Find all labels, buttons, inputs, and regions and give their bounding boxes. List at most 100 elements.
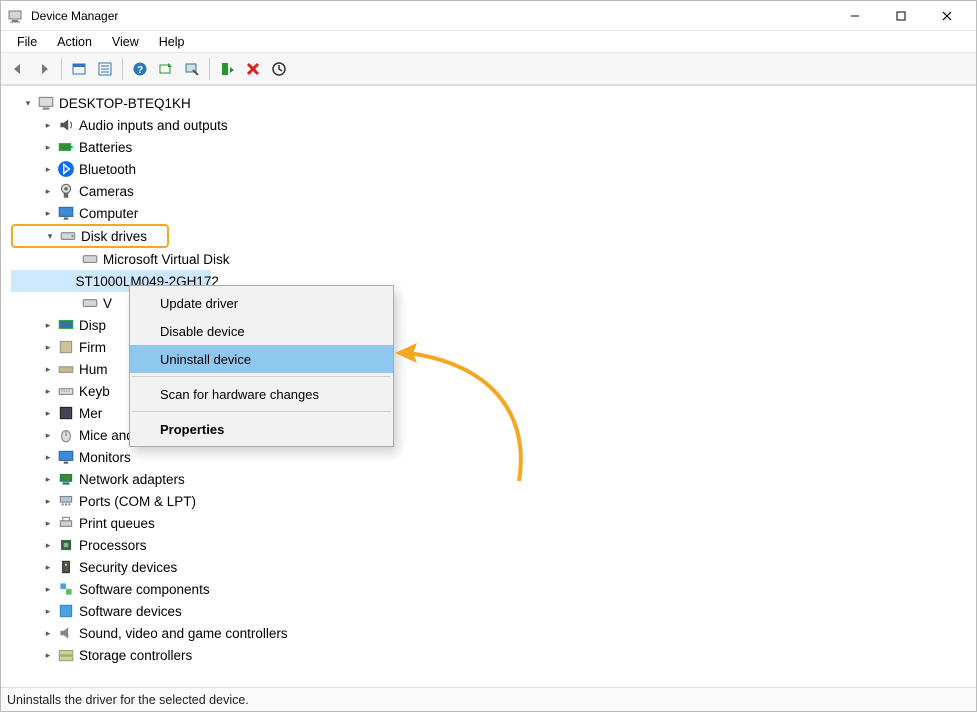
- menu-action[interactable]: Action: [47, 33, 102, 51]
- menu-file[interactable]: File: [7, 33, 47, 51]
- battery-icon: [57, 139, 75, 155]
- storage-controller-icon: [57, 647, 75, 663]
- tree-item-label: Storage controllers: [79, 648, 192, 663]
- tree-item-batteries[interactable]: ▸ Batteries: [11, 136, 976, 158]
- tree-item-label: Cameras: [79, 184, 134, 199]
- software-device-icon: [57, 603, 75, 619]
- forward-button[interactable]: [31, 56, 57, 82]
- tree-item-audio[interactable]: ▸ Audio inputs and outputs: [11, 114, 976, 136]
- scan-button[interactable]: [179, 56, 205, 82]
- expand-icon[interactable]: ▸: [41, 496, 55, 507]
- tree-item-label: Hum: [79, 362, 108, 377]
- tree-item-software-devices[interactable]: ▸ Software devices: [11, 600, 976, 622]
- expand-icon[interactable]: ▸: [41, 628, 55, 639]
- menu-help[interactable]: Help: [149, 33, 195, 51]
- expand-icon[interactable]: ▸: [41, 430, 55, 441]
- display-adapter-icon: [57, 317, 75, 333]
- tree-item-label: Disk drives: [81, 229, 147, 244]
- svg-text:?: ?: [137, 65, 143, 76]
- menubar: File Action View Help: [1, 31, 976, 53]
- tree-item-disk-drives[interactable]: ▾ Disk drives: [11, 224, 169, 248]
- expand-icon[interactable]: ▸: [41, 606, 55, 617]
- tree-item-monitors[interactable]: ▸ Monitors: [11, 446, 976, 468]
- expand-icon[interactable]: ▸: [41, 120, 55, 131]
- tree-item-cameras[interactable]: ▸ Cameras: [11, 180, 976, 202]
- close-button[interactable]: [924, 1, 970, 31]
- tree-item-ports[interactable]: ▸ Ports (COM & LPT): [11, 490, 976, 512]
- add-legacy-button[interactable]: [214, 56, 240, 82]
- refresh-button[interactable]: [266, 56, 292, 82]
- update-driver-button[interactable]: [153, 56, 179, 82]
- expand-icon[interactable]: ▸: [41, 584, 55, 595]
- back-button[interactable]: [5, 56, 31, 82]
- separator: [132, 411, 391, 412]
- context-menu: Update driver Disable device Uninstall d…: [129, 285, 394, 447]
- tree-item-software-components[interactable]: ▸ Software components: [11, 578, 976, 600]
- expand-icon[interactable]: ▸: [41, 208, 55, 219]
- content-area: ▾ DESKTOP-BTEQ1KH ▸ Audio inputs and out…: [1, 85, 976, 687]
- context-uninstall-device[interactable]: Uninstall device: [130, 345, 393, 373]
- keyboard-icon: [57, 383, 75, 399]
- context-update-driver[interactable]: Update driver: [130, 289, 393, 317]
- expand-icon[interactable]: ▸: [41, 540, 55, 551]
- tree-item-label: Print queues: [79, 516, 155, 531]
- monitor-icon: [57, 449, 75, 465]
- tree-item-label: Keyb: [79, 384, 110, 399]
- camera-icon: [57, 183, 75, 199]
- tree-item-sound[interactable]: ▸ Sound, video and game controllers: [11, 622, 976, 644]
- expand-icon[interactable]: ▸: [41, 562, 55, 573]
- expand-icon[interactable]: ▸: [41, 650, 55, 661]
- tree-root[interactable]: ▾ DESKTOP-BTEQ1KH: [11, 92, 976, 114]
- tree-item-label: Computer: [79, 206, 138, 221]
- tree-item-print-queues[interactable]: ▸ Print queues: [11, 512, 976, 534]
- expand-icon[interactable]: ▸: [41, 364, 55, 375]
- printer-icon: [57, 515, 75, 531]
- expand-icon[interactable]: ▸: [41, 474, 55, 485]
- expand-icon[interactable]: ▸: [41, 186, 55, 197]
- show-hidden-button[interactable]: [66, 56, 92, 82]
- help-button[interactable]: ?: [127, 56, 153, 82]
- disk-icon: [81, 295, 99, 311]
- expand-icon[interactable]: ▸: [41, 518, 55, 529]
- context-properties[interactable]: Properties: [130, 415, 393, 443]
- hid-icon: [57, 361, 75, 377]
- expand-icon[interactable]: ▸: [41, 408, 55, 419]
- network-icon: [57, 471, 75, 487]
- collapse-icon[interactable]: ▾: [43, 231, 57, 242]
- app-icon: [7, 8, 23, 24]
- tree-item-processors[interactable]: ▸ Processors: [11, 534, 976, 556]
- context-disable-device[interactable]: Disable device: [130, 317, 393, 345]
- status-text: Uninstalls the driver for the selected d…: [7, 693, 249, 707]
- tree-item-label: Mer: [79, 406, 102, 421]
- tree-item-disk-child[interactable]: ▸ Microsoft Virtual Disk: [11, 248, 976, 270]
- tree-item-label: Batteries: [79, 140, 132, 155]
- expand-icon[interactable]: ▸: [41, 386, 55, 397]
- tree-item-label: Security devices: [79, 560, 177, 575]
- context-scan-hardware[interactable]: Scan for hardware changes: [130, 380, 393, 408]
- titlebar: Device Manager: [1, 1, 976, 31]
- expand-icon[interactable]: ▸: [41, 342, 55, 353]
- statusbar: Uninstalls the driver for the selected d…: [1, 687, 976, 711]
- tree-item-computer[interactable]: ▸ Computer: [11, 202, 976, 224]
- menu-view[interactable]: View: [102, 33, 149, 51]
- tree-item-security[interactable]: ▸ Security devices: [11, 556, 976, 578]
- expand-icon[interactable]: ▸: [41, 142, 55, 153]
- expand-icon[interactable]: ▸: [41, 452, 55, 463]
- expand-icon[interactable]: ▸: [41, 320, 55, 331]
- tree-item-label: Bluetooth: [79, 162, 136, 177]
- expand-icon[interactable]: ▸: [41, 164, 55, 175]
- minimize-button[interactable]: [832, 1, 878, 31]
- sound-icon: [57, 625, 75, 641]
- collapse-icon[interactable]: ▾: [21, 98, 35, 109]
- maximize-button[interactable]: [878, 1, 924, 31]
- tree-item-network[interactable]: ▸ Network adapters: [11, 468, 976, 490]
- window-title: Device Manager: [31, 9, 832, 23]
- tree-item-storage-controllers[interactable]: ▸ Storage controllers: [11, 644, 976, 666]
- uninstall-button[interactable]: [240, 56, 266, 82]
- tree-item-label: Network adapters: [79, 472, 185, 487]
- disk-icon: [59, 228, 77, 244]
- tree-item-bluetooth[interactable]: ▸ Bluetooth: [11, 158, 976, 180]
- properties-button[interactable]: [92, 56, 118, 82]
- tree-item-label: Firm: [79, 340, 106, 355]
- tree-item-label: Audio inputs and outputs: [79, 118, 228, 133]
